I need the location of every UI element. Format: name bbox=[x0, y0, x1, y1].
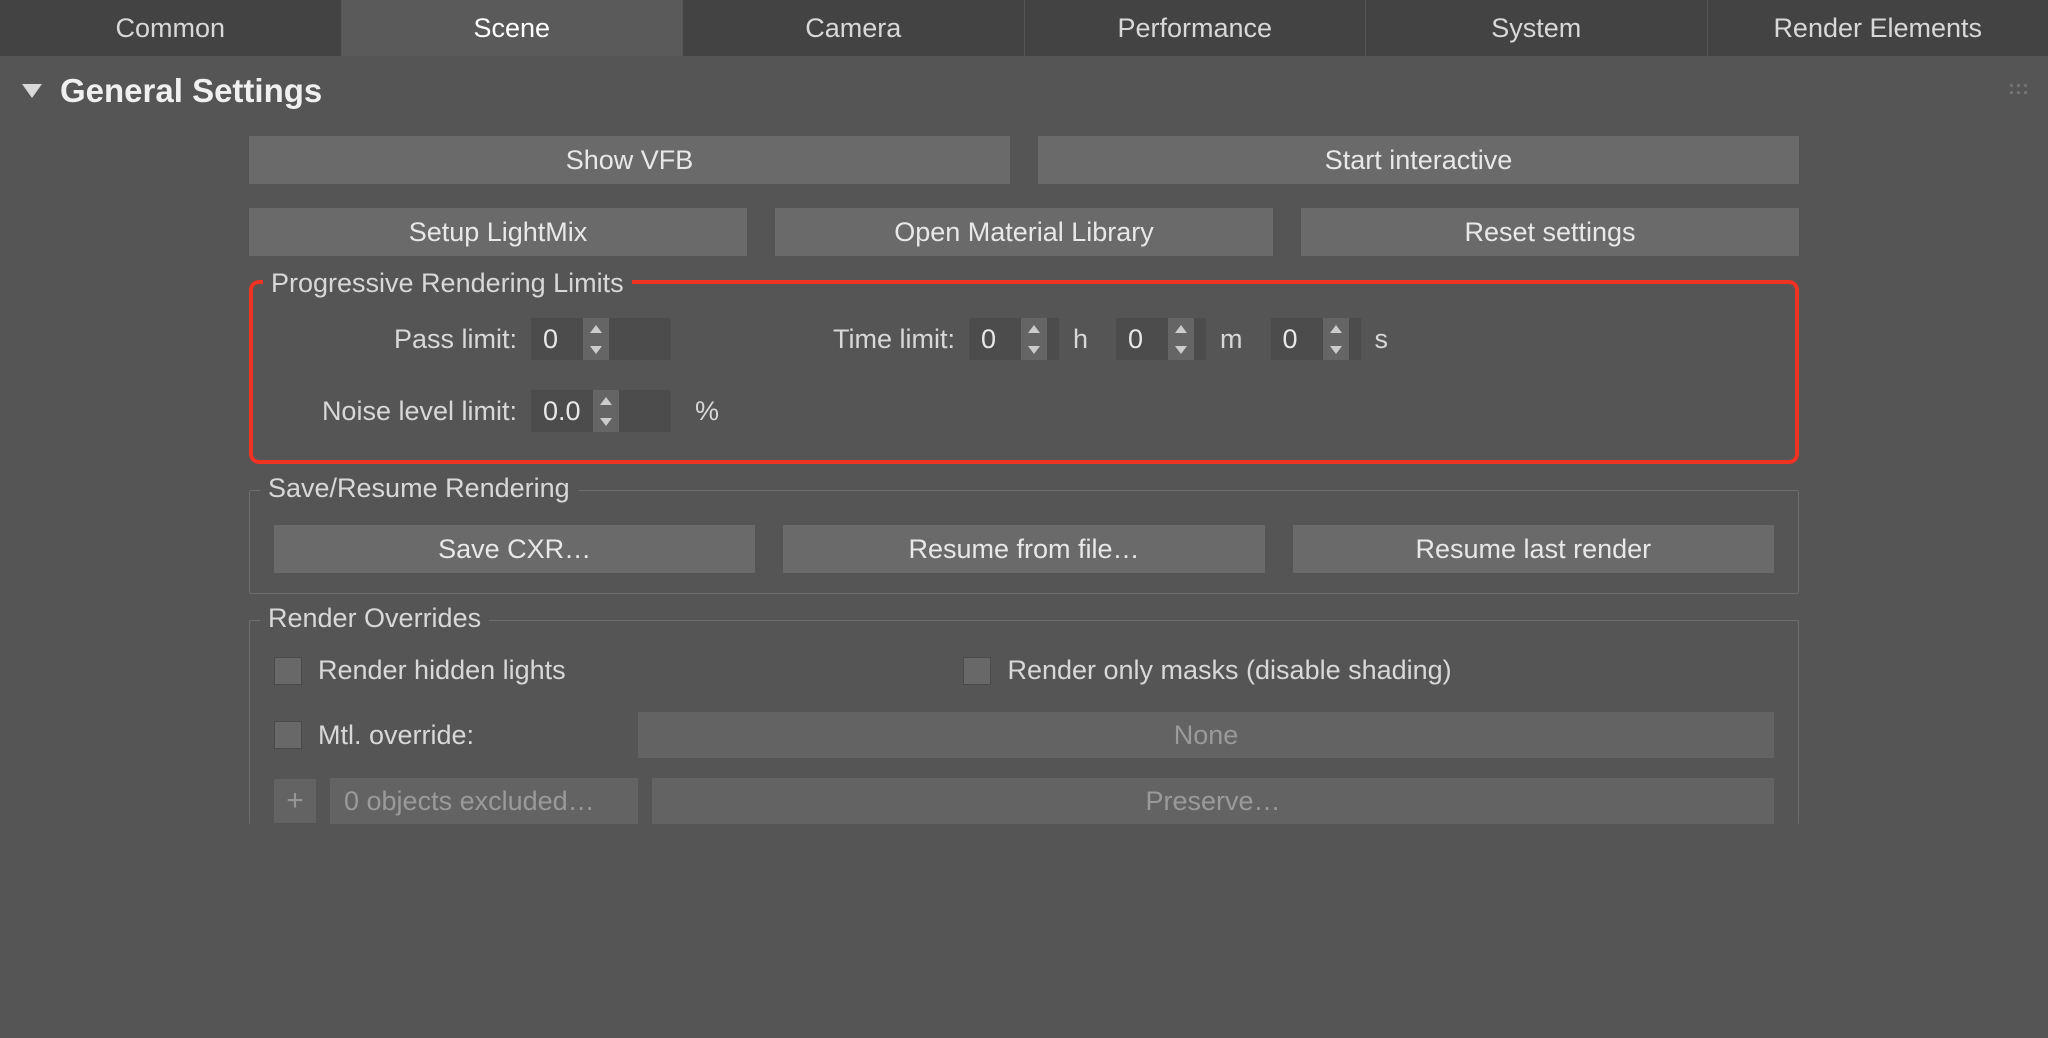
button-row-1: Show VFB Start interactive bbox=[249, 136, 1799, 184]
collapse-triangle-icon bbox=[22, 84, 42, 98]
show-vfb-button[interactable]: Show VFB bbox=[249, 136, 1010, 184]
tab-label: System bbox=[1491, 13, 1581, 44]
unit-percent-label: % bbox=[695, 396, 719, 427]
resume-from-file-button[interactable]: Resume from file… bbox=[783, 525, 1264, 573]
spinner-value: 0 bbox=[1271, 318, 1323, 360]
noise-limit-spinner[interactable]: 0.0 bbox=[531, 390, 671, 432]
noise-limit-label: Noise level limit: bbox=[277, 396, 517, 427]
progressive-rendering-limits-group: Progressive Rendering Limits Pass limit:… bbox=[249, 280, 1799, 464]
spinner-value: 0 bbox=[969, 318, 1021, 360]
button-label: Resume last render bbox=[1416, 534, 1652, 565]
render-only-masks-option[interactable]: Render only masks (disable shading) bbox=[963, 655, 1774, 686]
button-label: Reset settings bbox=[1464, 217, 1635, 248]
spinner-value: 0 bbox=[531, 318, 583, 360]
spinner-arrows bbox=[1021, 318, 1047, 360]
group-legend: Render Overrides bbox=[260, 603, 489, 634]
overrides-row-2: Mtl. override: None bbox=[274, 712, 1774, 758]
button-label: Open Material Library bbox=[894, 217, 1154, 248]
time-h-spinner[interactable]: 0 bbox=[969, 318, 1059, 360]
overrides-row-3: + 0 objects excluded… Preserve… bbox=[274, 778, 1774, 824]
tabs-bar: Common Scene Camera Performance System R… bbox=[0, 0, 2048, 56]
render-only-masks-checkbox[interactable] bbox=[963, 657, 991, 685]
overrides-row-1: Render hidden lights Render only masks (… bbox=[274, 655, 1774, 686]
checkbox-label: Render only masks (disable shading) bbox=[1007, 655, 1451, 686]
spinner-arrows bbox=[593, 390, 619, 432]
tab-render-elements[interactable]: Render Elements bbox=[1708, 0, 2048, 56]
mtl-override-slot-button[interactable]: None bbox=[638, 712, 1774, 758]
spinner-up-icon[interactable] bbox=[583, 318, 609, 339]
spinner-up-icon[interactable] bbox=[1168, 318, 1194, 339]
spinner-down-icon[interactable] bbox=[583, 339, 609, 360]
group-legend: Save/Resume Rendering bbox=[260, 473, 578, 504]
tab-label: Common bbox=[115, 13, 225, 44]
button-label: 0 objects excluded… bbox=[344, 786, 595, 817]
tab-camera[interactable]: Camera bbox=[683, 0, 1025, 56]
mtl-override-option[interactable]: Mtl. override: bbox=[274, 720, 624, 751]
unit-m-label: m bbox=[1220, 324, 1243, 355]
save-resume-group: Save/Resume Rendering Save CXR… Resume f… bbox=[249, 490, 1799, 594]
spinner-down-icon[interactable] bbox=[1168, 339, 1194, 360]
button-label: Setup LightMix bbox=[409, 217, 588, 248]
tab-label: Performance bbox=[1117, 13, 1272, 44]
button-label: Start interactive bbox=[1325, 145, 1513, 176]
spinner-value: 0.0 bbox=[531, 390, 593, 432]
spinner-down-icon[interactable] bbox=[1323, 339, 1349, 360]
group-legend: Progressive Rendering Limits bbox=[263, 268, 632, 299]
unit-s-label: s bbox=[1375, 324, 1389, 355]
tab-performance[interactable]: Performance bbox=[1025, 0, 1367, 56]
content-area: Show VFB Start interactive Setup LightMi… bbox=[0, 120, 2048, 824]
spinner-arrows bbox=[1168, 318, 1194, 360]
spinner-arrows bbox=[1323, 318, 1349, 360]
checkbox-label: Render hidden lights bbox=[318, 655, 566, 686]
checkbox-label: Mtl. override: bbox=[318, 720, 474, 751]
reset-settings-button[interactable]: Reset settings bbox=[1301, 208, 1799, 256]
plus-icon: + bbox=[286, 784, 304, 818]
button-label: None bbox=[1174, 720, 1239, 751]
open-material-library-button[interactable]: Open Material Library bbox=[775, 208, 1273, 256]
spinner-up-icon[interactable] bbox=[1323, 318, 1349, 339]
render-hidden-lights-checkbox[interactable] bbox=[274, 657, 302, 685]
time-limit-label: Time limit: bbox=[685, 324, 955, 355]
mtl-override-checkbox[interactable] bbox=[274, 721, 302, 749]
button-label: Save CXR… bbox=[438, 534, 591, 565]
render-overrides-group: Render Overrides Render hidden lights Re… bbox=[249, 620, 1799, 824]
time-s-spinner[interactable]: 0 bbox=[1271, 318, 1361, 360]
resume-last-render-button[interactable]: Resume last render bbox=[1293, 525, 1774, 573]
start-interactive-button[interactable]: Start interactive bbox=[1038, 136, 1799, 184]
unit-h-label: h bbox=[1073, 324, 1088, 355]
save-cxr-button[interactable]: Save CXR… bbox=[274, 525, 755, 573]
preserve-button[interactable]: Preserve… bbox=[652, 778, 1774, 824]
pass-limit-label: Pass limit: bbox=[277, 324, 517, 355]
pass-limit-spinner[interactable]: 0 bbox=[531, 318, 671, 360]
spinner-down-icon[interactable] bbox=[593, 411, 619, 432]
setup-lightmix-button[interactable]: Setup LightMix bbox=[249, 208, 747, 256]
section-header[interactable]: General Settings bbox=[0, 56, 2048, 120]
spinner-down-icon[interactable] bbox=[1021, 339, 1047, 360]
tab-system[interactable]: System bbox=[1366, 0, 1708, 56]
button-row-2: Setup LightMix Open Material Library Res… bbox=[249, 208, 1799, 256]
tab-label: Scene bbox=[473, 13, 550, 44]
tab-label: Camera bbox=[805, 13, 901, 44]
time-m-spinner[interactable]: 0 bbox=[1116, 318, 1206, 360]
add-exclude-button[interactable]: + bbox=[274, 779, 316, 823]
limits-row-1: Pass limit: 0 Time limit: 0 h bbox=[277, 318, 1771, 360]
drag-handle-icon[interactable] bbox=[2008, 82, 2030, 98]
button-label: Show VFB bbox=[566, 145, 694, 176]
spinner-value: 0 bbox=[1116, 318, 1168, 360]
render-hidden-lights-option[interactable]: Render hidden lights bbox=[274, 655, 949, 686]
spinner-arrows bbox=[583, 318, 609, 360]
tab-label: Render Elements bbox=[1773, 13, 1982, 44]
spinner-up-icon[interactable] bbox=[593, 390, 619, 411]
section-title: General Settings bbox=[60, 72, 322, 110]
button-label: Preserve… bbox=[1145, 786, 1280, 817]
button-label: Resume from file… bbox=[908, 534, 1139, 565]
save-resume-row: Save CXR… Resume from file… Resume last … bbox=[274, 525, 1774, 573]
spinner-up-icon[interactable] bbox=[1021, 318, 1047, 339]
tab-common[interactable]: Common bbox=[0, 0, 342, 56]
tab-scene[interactable]: Scene bbox=[342, 0, 684, 56]
objects-excluded-button[interactable]: 0 objects excluded… bbox=[330, 778, 638, 824]
limits-row-2: Noise level limit: 0.0 % bbox=[277, 390, 1771, 432]
